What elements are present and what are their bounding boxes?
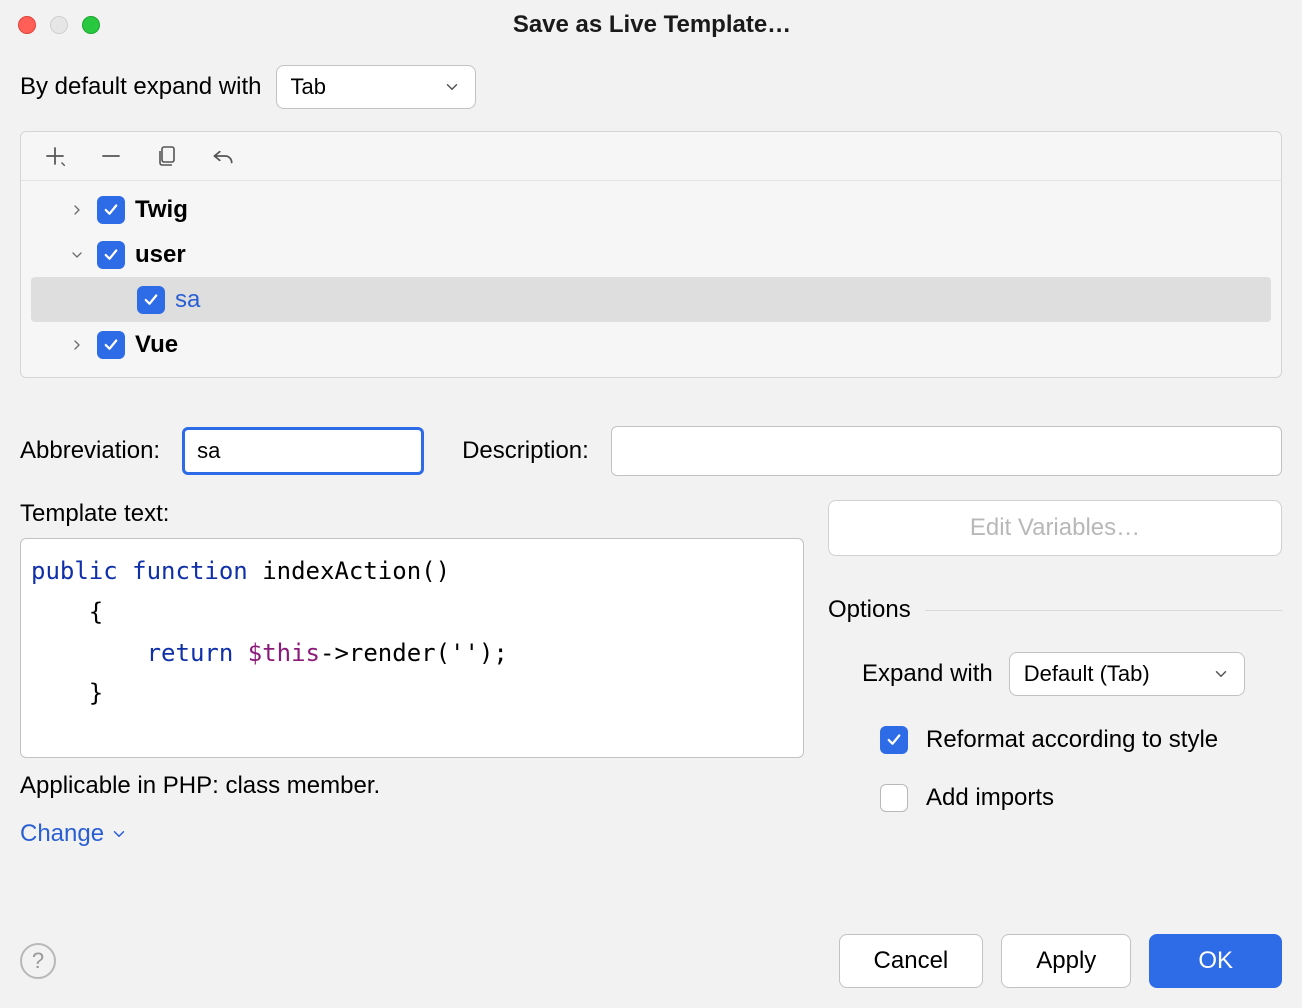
code-variable: $this xyxy=(248,639,320,667)
traffic-lights xyxy=(18,16,100,34)
ok-button[interactable]: OK xyxy=(1149,934,1282,988)
tree-item-label: Twig xyxy=(135,196,188,224)
code-text: } xyxy=(89,679,103,707)
description-label: Description: xyxy=(462,437,589,465)
disclosure-icon[interactable] xyxy=(67,200,87,220)
cancel-label: Cancel xyxy=(874,947,949,975)
applicable-text: Applicable in PHP: class member. xyxy=(20,772,804,800)
expand-default-row: By default expand with Tab xyxy=(20,65,1282,109)
apply-button[interactable]: Apply xyxy=(1001,934,1131,988)
cancel-button[interactable]: Cancel xyxy=(839,934,984,988)
add-button[interactable] xyxy=(41,142,69,170)
check-icon xyxy=(102,336,120,354)
expand-with-value: Default (Tab) xyxy=(1024,661,1150,687)
disclosure-icon[interactable] xyxy=(67,245,87,265)
expand-with-select[interactable]: Default (Tab) xyxy=(1009,652,1245,696)
dialog-content: By default expand with Tab xyxy=(0,50,1302,868)
code-keyword: return xyxy=(147,639,234,667)
close-icon[interactable] xyxy=(18,16,36,34)
code-text: ->render(''); xyxy=(320,639,508,667)
divider xyxy=(925,610,1282,611)
expand-default-label: By default expand with xyxy=(20,73,262,101)
template-text-area[interactable]: public function indexAction() { return $… xyxy=(20,538,804,758)
tree-toolbar xyxy=(21,132,1281,181)
minus-icon xyxy=(98,143,124,169)
reformat-row: Reformat according to style xyxy=(828,726,1282,754)
chevron-right-icon xyxy=(69,337,85,353)
checkbox[interactable] xyxy=(97,241,125,269)
code-keyword: function xyxy=(132,557,248,585)
ok-label: OK xyxy=(1198,947,1233,975)
apply-label: Apply xyxy=(1036,947,1096,975)
change-label: Change xyxy=(20,820,104,848)
minimize-icon[interactable] xyxy=(50,16,68,34)
checkbox[interactable] xyxy=(137,286,165,314)
checkbox[interactable] xyxy=(97,331,125,359)
check-icon xyxy=(102,201,120,219)
tree-item-vue[interactable]: Vue xyxy=(21,322,1281,367)
template-text-label: Template text: xyxy=(20,500,804,528)
form-section: Abbreviation: Description: Template text… xyxy=(20,426,1282,848)
abbreviation-label: Abbreviation: xyxy=(20,437,160,465)
abbrev-desc-row: Abbreviation: Description: xyxy=(20,426,1282,476)
check-icon xyxy=(885,731,903,749)
code-keyword: public xyxy=(31,557,118,585)
help-button[interactable]: ? xyxy=(20,943,56,979)
code-text: { xyxy=(89,598,103,626)
add-imports-label: Add imports xyxy=(926,784,1054,812)
expand-default-select[interactable]: Tab xyxy=(276,65,476,109)
chevron-down-icon xyxy=(110,825,128,843)
chevron-down-icon xyxy=(443,78,461,96)
dialog-window: Save as Live Template… By default expand… xyxy=(0,0,1302,1008)
tree-item-sa[interactable]: sa xyxy=(31,277,1271,322)
plus-icon xyxy=(42,143,68,169)
tree-item-label: Vue xyxy=(135,331,178,359)
checkbox[interactable] xyxy=(97,196,125,224)
template-tree-panel: Twig user sa xyxy=(20,131,1282,378)
remove-button[interactable] xyxy=(97,142,125,170)
change-link[interactable]: Change xyxy=(20,820,804,848)
maximize-icon[interactable] xyxy=(82,16,100,34)
edit-variables-button[interactable]: Edit Variables… xyxy=(828,500,1282,556)
chevron-down-icon xyxy=(1212,665,1230,683)
template-tree: Twig user sa xyxy=(21,181,1281,377)
options-label: Options xyxy=(828,596,911,624)
tree-item-label: user xyxy=(135,241,186,269)
disclosure-icon[interactable] xyxy=(67,335,87,355)
reformat-label: Reformat according to style xyxy=(926,726,1218,754)
tree-item-label: sa xyxy=(175,286,200,314)
tree-item-twig[interactable]: Twig xyxy=(21,187,1281,232)
template-right-column: Edit Variables… Options Expand with Defa… xyxy=(828,500,1282,848)
code-text: indexAction() xyxy=(262,557,450,585)
revert-button[interactable] xyxy=(209,142,237,170)
copy-icon xyxy=(155,144,179,168)
dialog-footer: ? Cancel Apply OK xyxy=(20,934,1282,988)
add-imports-checkbox[interactable] xyxy=(880,784,908,812)
reformat-checkbox[interactable] xyxy=(880,726,908,754)
title-bar: Save as Live Template… xyxy=(0,0,1302,50)
tree-item-user[interactable]: user xyxy=(21,232,1281,277)
expand-with-label: Expand with xyxy=(862,660,993,688)
edit-variables-label: Edit Variables… xyxy=(970,514,1140,542)
abbreviation-input[interactable] xyxy=(182,427,424,475)
check-icon xyxy=(142,291,160,309)
template-left-column: Template text: public function indexActi… xyxy=(20,500,804,848)
options-header: Options xyxy=(828,596,1282,624)
check-icon xyxy=(102,246,120,264)
description-input[interactable] xyxy=(611,426,1282,476)
add-imports-row: Add imports xyxy=(828,784,1282,812)
expand-default-value: Tab xyxy=(291,74,326,100)
help-icon: ? xyxy=(32,948,44,974)
expand-with-row: Expand with Default (Tab) xyxy=(828,652,1282,696)
chevron-down-icon xyxy=(69,247,85,263)
template-split: Template text: public function indexActi… xyxy=(20,500,1282,848)
chevron-right-icon xyxy=(69,202,85,218)
dialog-title: Save as Live Template… xyxy=(100,11,1204,39)
copy-button[interactable] xyxy=(153,142,181,170)
undo-icon xyxy=(210,143,236,169)
